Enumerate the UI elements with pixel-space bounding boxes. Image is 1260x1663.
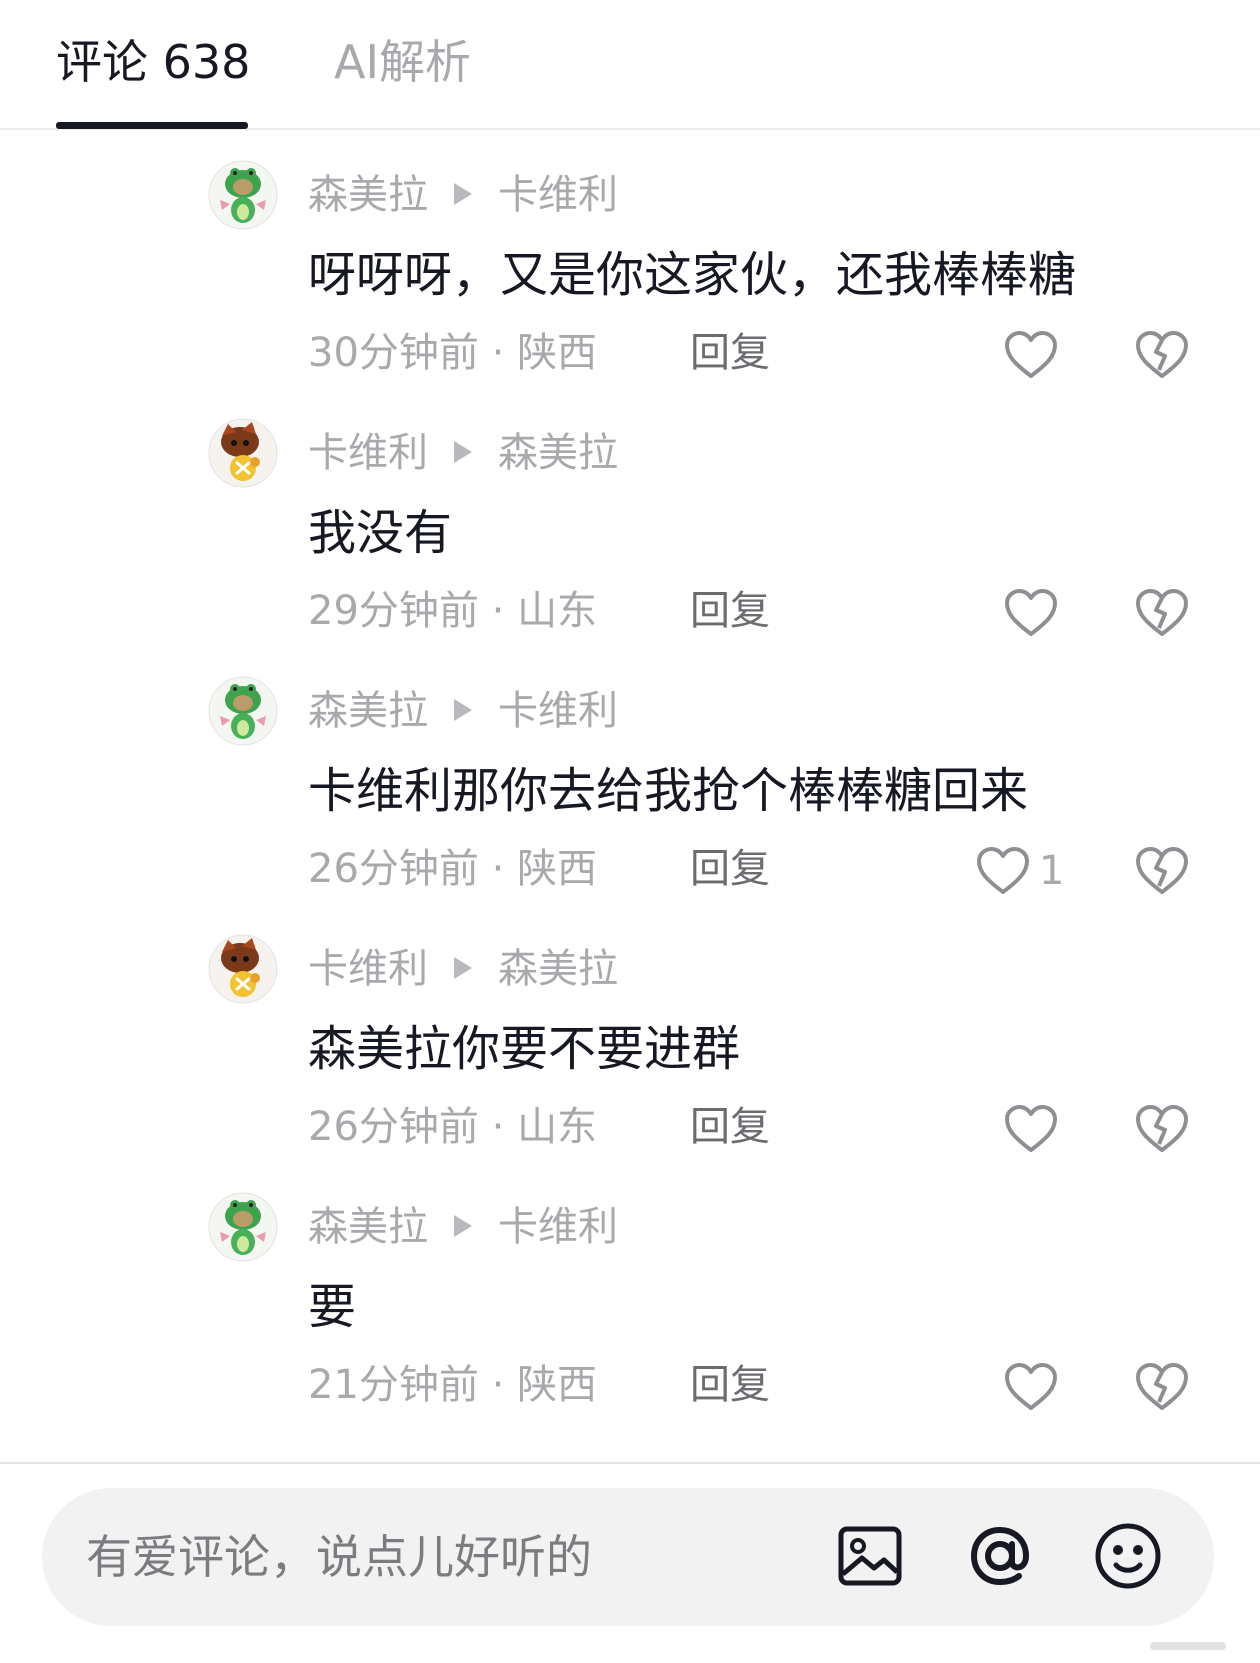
reply-to-user[interactable]: 卡维利	[498, 1204, 618, 1250]
meta-separator: ·	[478, 1362, 518, 1408]
comment-location: 山东	[517, 588, 598, 634]
like-button[interactable]: 1	[975, 844, 1064, 898]
comment-author[interactable]: 森美拉	[308, 172, 428, 218]
heart-icon	[1005, 1363, 1057, 1410]
comment-item: 森美拉 卡维利 呀呀呀，又是你这家伙，还我棒棒糖 30分钟前 · 陕西 回复	[0, 130, 1260, 402]
emoji-icon[interactable]	[1092, 1520, 1164, 1592]
comment-meta: 30分钟前 · 陕西	[308, 326, 597, 380]
comment-text: 森美拉你要不要进群	[308, 1021, 741, 1077]
comment-author[interactable]: 森美拉	[308, 688, 428, 734]
image-icon[interactable]	[834, 1520, 906, 1592]
comment-author-line: 卡维利 森美拉	[308, 942, 618, 996]
comment-author[interactable]: 卡维利	[308, 430, 428, 476]
comment-item: 卡维利 森美拉 我没有 29分钟前 · 山东 回复	[0, 388, 1260, 660]
tab-ai-analysis[interactable]: AI解析	[334, 30, 471, 94]
comment-item: 森美拉 卡维利 要 21分钟前 · 陕西 回复	[0, 1162, 1260, 1434]
comment-location: 陕西	[517, 330, 598, 376]
comment-text: 呀呀呀，又是你这家伙，还我棒棒糖	[308, 247, 1077, 303]
comment-time: 26分钟前	[308, 1104, 479, 1150]
reply-button[interactable]: 回复	[690, 1100, 770, 1154]
comment-input[interactable]: 有爱评论，说点儿好听的	[42, 1488, 1214, 1626]
broken-heart-icon[interactable]	[1134, 586, 1190, 640]
tab-comments[interactable]: 评论 638	[56, 30, 250, 94]
broken-heart-icon[interactable]	[1134, 328, 1190, 382]
comment-time: 30分钟前	[308, 330, 479, 376]
comment-input-bar: 有爱评论，说点儿好听的	[0, 1462, 1260, 1663]
heart-icon	[1005, 589, 1057, 636]
comment-list[interactable]: 森美拉 卡维利 呀呀呀，又是你这家伙，还我棒棒糖 30分钟前 · 陕西 回复 卡…	[0, 130, 1260, 1462]
comment-meta: 26分钟前 · 山东	[308, 1100, 597, 1154]
comment-tabs: 评论 638 AI解析	[0, 0, 1260, 130]
like-button[interactable]	[1003, 586, 1059, 640]
reply-button[interactable]: 回复	[690, 842, 770, 896]
heart-icon	[1005, 1105, 1057, 1152]
comment-author-line: 森美拉 卡维利	[308, 168, 618, 222]
reply-arrow-icon	[454, 1215, 472, 1237]
reply-to-user[interactable]: 卡维利	[498, 172, 618, 218]
comment-author[interactable]: 森美拉	[308, 1204, 428, 1250]
broken-heart-icon[interactable]	[1134, 1360, 1190, 1414]
reply-button[interactable]: 回复	[690, 584, 770, 638]
comment-text: 要	[308, 1279, 357, 1335]
like-button[interactable]	[1003, 1102, 1059, 1156]
comment-author-line: 卡维利 森美拉	[308, 426, 618, 480]
comment-input-placeholder: 有爱评论，说点儿好听的	[86, 1530, 592, 1584]
reply-button[interactable]: 回复	[690, 1358, 770, 1412]
meta-separator: ·	[478, 1104, 518, 1150]
like-count: 1	[1039, 848, 1065, 894]
comment-time: 29分钟前	[308, 588, 479, 634]
comment-item: 卡维利 森美拉 森美拉你要不要进群 26分钟前 · 山东 回复	[0, 904, 1260, 1176]
at-icon[interactable]	[964, 1520, 1036, 1592]
brown-bear-avatar[interactable]	[208, 418, 278, 488]
comment-author[interactable]: 卡维利	[308, 946, 428, 992]
green-frog-avatar[interactable]	[208, 160, 278, 230]
comment-time: 26分钟前	[308, 846, 479, 892]
meta-separator: ·	[478, 330, 518, 376]
meta-separator: ·	[478, 588, 518, 634]
reply-to-user[interactable]: 森美拉	[498, 946, 618, 992]
reply-to-user[interactable]: 森美拉	[498, 430, 618, 476]
reply-arrow-icon	[454, 183, 472, 205]
comment-meta: 26分钟前 · 陕西	[308, 842, 597, 896]
like-button[interactable]	[1003, 1360, 1059, 1414]
comment-time: 21分钟前	[308, 1362, 479, 1408]
green-frog-avatar[interactable]	[208, 1192, 278, 1262]
comment-text: 我没有	[308, 505, 453, 561]
heart-icon	[1005, 331, 1057, 378]
reply-arrow-icon	[454, 699, 472, 721]
comment-item: 森美拉 卡维利 卡维利那你去给我抢个棒棒糖回来 26分钟前 · 陕西 回复 1	[0, 646, 1260, 918]
green-frog-avatar[interactable]	[208, 676, 278, 746]
comment-text: 卡维利那你去给我抢个棒棒糖回来	[308, 763, 1029, 819]
broken-heart-icon[interactable]	[1134, 844, 1190, 898]
comment-location: 陕西	[517, 1362, 598, 1408]
comment-author-line: 森美拉 卡维利	[308, 684, 618, 738]
like-button[interactable]	[1003, 328, 1059, 382]
reply-arrow-icon	[454, 441, 472, 463]
reply-arrow-icon	[454, 957, 472, 979]
reply-to-user[interactable]: 卡维利	[498, 688, 618, 734]
comment-location: 陕西	[517, 846, 598, 892]
comment-meta: 29分钟前 · 山东	[308, 584, 597, 638]
home-indicator	[1150, 1642, 1226, 1650]
heart-icon	[977, 847, 1029, 894]
reply-button[interactable]: 回复	[690, 326, 770, 380]
active-tab-indicator	[56, 122, 248, 129]
comment-location: 山东	[517, 1104, 598, 1150]
brown-bear-avatar[interactable]	[208, 934, 278, 1004]
comment-meta: 21分钟前 · 陕西	[308, 1358, 597, 1412]
broken-heart-icon[interactable]	[1134, 1102, 1190, 1156]
meta-separator: ·	[478, 846, 518, 892]
comment-author-line: 森美拉 卡维利	[308, 1200, 618, 1254]
